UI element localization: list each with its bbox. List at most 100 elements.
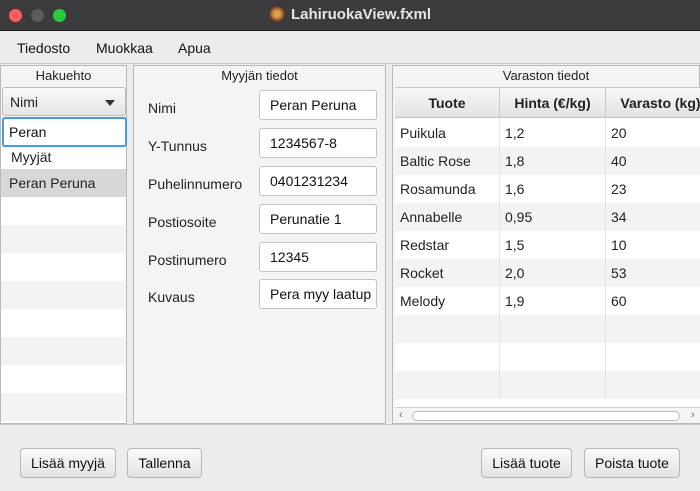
- list-item: [1, 281, 126, 309]
- list-item: [1, 309, 126, 337]
- search-field-select[interactable]: Nimi: [2, 87, 126, 116]
- table-row[interactable]: Rocket 2,0 53: [395, 259, 700, 287]
- stock-cell: 23: [606, 175, 700, 203]
- stock-panel: Varaston tiedot Tuote Hinta (€/kg) Varas…: [392, 65, 700, 424]
- seller-panel: Myyjän tiedot Nimi Y-Tunnus Puhelinnumer…: [133, 65, 386, 424]
- scroll-left-icon[interactable]: ‹: [399, 408, 403, 423]
- menu-tiedosto[interactable]: Tiedosto: [17, 40, 70, 56]
- list-item: [1, 337, 126, 365]
- form-row-name: Nimi: [134, 90, 385, 128]
- price-cell: 1,9: [500, 287, 606, 315]
- list-item: [1, 197, 126, 225]
- add-product-button[interactable]: Lisää tuote: [481, 448, 572, 478]
- add-seller-button[interactable]: Lisää myyjä: [20, 448, 116, 478]
- title-bar: LahiruokaView.fxml: [0, 0, 700, 31]
- postal-code-field[interactable]: [259, 242, 377, 272]
- empty-cell: [500, 315, 606, 343]
- product-cell: Rosamunda: [395, 175, 500, 203]
- stock-table-header: Tuote Hinta (€/kg) Varasto (kg): [395, 88, 700, 118]
- table-row-empty: [395, 371, 700, 399]
- empty-cell: [500, 343, 606, 371]
- product-cell: Puikula: [395, 119, 500, 147]
- list-item: [1, 253, 126, 281]
- column-header-product[interactable]: Tuote: [395, 88, 500, 118]
- save-button[interactable]: Tallenna: [127, 448, 202, 478]
- delete-product-button[interactable]: Poista tuote: [584, 448, 680, 478]
- stock-cell: 34: [606, 203, 700, 231]
- product-cell: Redstar: [395, 231, 500, 259]
- column-header-stock[interactable]: Varasto (kg): [606, 88, 700, 118]
- search-panel-title: Hakuehto: [35, 68, 92, 83]
- seller-panel-title: Myyjän tiedot: [221, 68, 298, 83]
- description-field[interactable]: [259, 279, 377, 309]
- seller-list-item[interactable]: Peran Peruna: [1, 169, 126, 197]
- business-id-label: Y-Tunnus: [148, 138, 207, 154]
- price-cell: 1,6: [500, 175, 606, 203]
- table-row[interactable]: Annabelle 0,95 34: [395, 203, 700, 231]
- stock-cell: 20: [606, 119, 700, 147]
- price-cell: 2,0: [500, 259, 606, 287]
- search-field-value: Nimi: [10, 94, 38, 110]
- phone-label: Puhelinnumero: [148, 176, 243, 192]
- business-id-field[interactable]: [259, 128, 377, 158]
- chevron-down-icon: [105, 100, 115, 106]
- address-field[interactable]: [259, 204, 377, 234]
- stock-table-body: Puikula 1,2 20 Baltic Rose 1,8 40 Rosamu…: [395, 119, 700, 399]
- product-cell: Annabelle: [395, 203, 500, 231]
- price-cell: 1,5: [500, 231, 606, 259]
- table-row[interactable]: Rosamunda 1,6 23: [395, 175, 700, 203]
- stock-cell: 60: [606, 287, 700, 315]
- search-panel: Hakuehto Nimi Myyjät Peran Peruna: [0, 65, 127, 424]
- empty-cell: [606, 315, 700, 343]
- product-cell: Baltic Rose: [395, 147, 500, 175]
- table-row-empty: [395, 343, 700, 371]
- form-row-address: Postiosoite: [134, 204, 385, 242]
- postal-code-label: Postinumero: [148, 252, 227, 268]
- table-row[interactable]: Melody 1,9 60: [395, 287, 700, 315]
- description-label: Kuvaus: [148, 289, 195, 305]
- empty-cell: [500, 371, 606, 399]
- phone-field[interactable]: [259, 166, 377, 196]
- stock-cell: 40: [606, 147, 700, 175]
- name-field[interactable]: [259, 90, 377, 120]
- product-cell: Melody: [395, 287, 500, 315]
- list-item: [1, 393, 126, 421]
- table-row[interactable]: Baltic Rose 1,8 40: [395, 147, 700, 175]
- table-row-empty: [395, 315, 700, 343]
- scroll-right-icon[interactable]: ›: [691, 408, 695, 423]
- empty-cell: [395, 315, 500, 343]
- empty-cell: [395, 343, 500, 371]
- scrollbar-thumb[interactable]: [412, 411, 680, 421]
- empty-cell: [395, 371, 500, 399]
- list-item: [1, 365, 126, 393]
- menu-bar: Tiedosto Muokkaa Apua: [0, 31, 700, 64]
- product-cell: Rocket: [395, 259, 500, 287]
- menu-muokkaa[interactable]: Muokkaa: [96, 40, 153, 56]
- price-cell: 1,8: [500, 147, 606, 175]
- horizontal-scrollbar[interactable]: ‹ ›: [395, 407, 700, 423]
- list-item: [1, 225, 126, 253]
- form-row-business-id: Y-Tunnus: [134, 128, 385, 166]
- form-row-description: Kuvaus: [134, 279, 385, 317]
- price-cell: 0,95: [500, 203, 606, 231]
- stock-cell: 10: [606, 231, 700, 259]
- form-row-phone: Puhelinnumero: [134, 166, 385, 204]
- seller-list: Myyjät Peran Peruna: [1, 148, 126, 423]
- stock-table: Tuote Hinta (€/kg) Varasto (kg) Puikula …: [395, 87, 700, 407]
- column-header-price[interactable]: Hinta (€/kg): [500, 88, 606, 118]
- empty-cell: [606, 343, 700, 371]
- stock-panel-title: Varaston tiedot: [502, 68, 590, 83]
- form-row-postal-code: Postinumero: [134, 242, 385, 280]
- search-input[interactable]: [2, 117, 127, 147]
- seller-list-header: Myyjät: [1, 148, 126, 169]
- table-row[interactable]: Puikula 1,2 20: [395, 119, 700, 147]
- stock-cell: 53: [606, 259, 700, 287]
- table-row[interactable]: Redstar 1,5 10: [395, 231, 700, 259]
- window-title-wrap: LahiruokaView.fxml: [0, 6, 700, 23]
- menu-apua[interactable]: Apua: [178, 40, 211, 56]
- bottom-divider: [0, 424, 700, 425]
- address-label: Postiosoite: [148, 214, 217, 230]
- app-icon: [268, 6, 285, 22]
- name-label: Nimi: [148, 100, 176, 116]
- window-title: LahiruokaView.fxml: [290, 6, 432, 23]
